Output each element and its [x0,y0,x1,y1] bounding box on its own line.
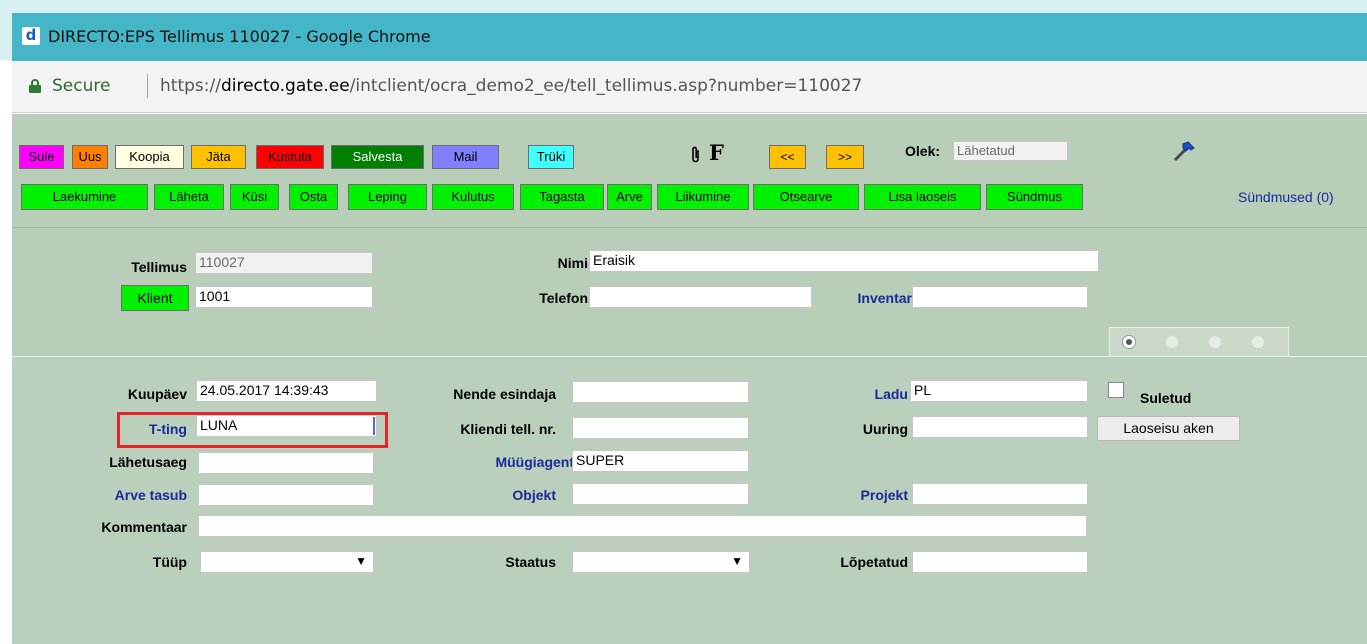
kommentaar-label: Kommentaar [101,519,187,535]
muugiagent-field[interactable]: SUPER [572,450,749,472]
action-button-8[interactable]: Liikumine [657,184,749,210]
objekt-label: Objekt [512,487,556,503]
nende-label: Nende esindaja [453,386,556,402]
url-text[interactable]: https://directo.gate.ee/intclient/ocra_d… [160,76,862,96]
inventar-label: Inventar [857,290,912,306]
ladu-field[interactable]: PL [910,380,1088,402]
next-button[interactable]: >> [826,145,864,169]
toolbar-button-jäta[interactable]: Jäta [191,145,246,169]
toolbar-button-sule[interactable]: Sule [19,145,64,169]
olek-label: Olek: [905,143,941,159]
telefon-label: Telefon [539,290,588,306]
lahetusaeg-field[interactable] [198,452,374,474]
action-button-10[interactable]: Lisa laoseis [864,184,981,210]
directo-logo-icon: d [22,27,40,45]
lopetatud-field[interactable] [912,551,1088,573]
url-path: /intclient/ocra_demo2_ee/tell_tellimus.a… [349,76,863,96]
projekt-label: Projekt [860,487,908,503]
lock-icon [29,79,41,93]
suletud-label: Suletud [1140,390,1192,406]
tab-strip [1109,327,1289,357]
url-scheme: https:// [160,76,221,96]
action-button-5[interactable]: Kulutus [432,184,514,210]
action-button-2[interactable]: Küsi [230,184,279,210]
toolbar-button-kustuta[interactable]: Kustuta [256,145,324,169]
projekt-field[interactable] [912,483,1088,505]
tellimus-label: Tellimus [131,259,187,275]
lahetusaeg-label: Lähetusaeg [109,454,187,470]
klient-button[interactable]: Klient [121,285,189,311]
action-button-1[interactable]: Läheta [154,184,224,210]
nimi-label: Nimi [557,255,588,271]
address-separator [147,74,148,98]
action-button-4[interactable]: Leping [348,184,427,210]
suletud-checkbox[interactable] [1108,382,1124,398]
toolbar-button-koopia[interactable]: Koopia [115,145,184,169]
ladu-label: Ladu [874,386,908,402]
tab-3[interactable] [1208,335,1222,349]
objekt-field[interactable] [572,483,749,505]
kuupaev-label: Kuupäev [127,386,187,402]
lopetatud-label: Lõpetatud [840,554,908,570]
action-button-3[interactable]: Osta [289,184,338,210]
toolbar-button-trüki[interactable]: Trüki [528,145,574,169]
toolbar-button-salvesta[interactable]: Salvesta [331,145,424,169]
nende-field[interactable] [572,381,749,403]
klient-field[interactable]: 1001 [195,286,373,308]
hammer-icon[interactable] [1172,139,1196,163]
tting-highlight [117,412,388,448]
secure-label: Secure [52,76,111,96]
action-button-9[interactable]: Otsearve [753,184,859,210]
arvetasub-label: Arve tasub [114,487,187,503]
staatus-label: Staatus [505,554,556,570]
muugiagent-label: Müügiagent [495,454,574,470]
page-content: Sule Uus Koopia Jäta Kustuta Salvesta Mail Trük… [12,114,1367,644]
kliendi-label: Kliendi tell. nr. [460,421,556,437]
prev-button[interactable]: << [769,145,806,169]
action-button-7[interactable]: Arve [607,184,652,210]
action-button-11[interactable]: Sündmus [986,184,1083,210]
kuupaev-field[interactable]: 24.05.2017 14:39:43 [196,380,377,402]
olek-field: Lähetatud [953,141,1068,161]
nimi-field[interactable]: Eraisik [589,250,1099,272]
tab-2[interactable] [1165,335,1179,349]
address-bar[interactable]: Secure https://directo.gate.ee/intclient… [12,61,1367,113]
tab-1[interactable] [1122,335,1136,349]
telefon-field[interactable] [589,286,812,308]
toolbar-button-uus[interactable]: Uus [72,145,108,169]
tuup-label: Tüüp [152,554,187,570]
inventar-field[interactable] [912,286,1088,308]
tuup-select[interactable]: ▼ [200,551,374,573]
arvetasub-field[interactable] [198,484,374,506]
tab-4[interactable] [1251,335,1265,349]
section-divider [12,227,1367,228]
kliendi-field[interactable] [572,417,749,439]
laoseisu-button[interactable]: Laoseisu aken [1097,416,1240,441]
window-title: DIRECTO:EPS Tellimus 110027 - Google Chr… [48,27,431,46]
tellimus-field: 110027 [195,252,373,274]
url-host: directo.gate.ee [220,76,350,96]
chevron-down-icon: ▼ [355,554,367,568]
staatus-select[interactable]: ▼ [572,551,750,573]
events-link[interactable]: Sündmused (0) [1238,189,1334,205]
f-button[interactable]: F [709,140,724,165]
uuring-field[interactable] [912,416,1088,438]
chevron-down-icon: ▼ [731,554,743,568]
kommentaar-field[interactable] [198,515,1087,537]
uuring-label: Uuring [862,421,908,437]
paperclip-icon[interactable] [690,146,702,164]
toolbar-button-mail[interactable]: Mail [432,145,499,169]
action-button-6[interactable]: Tagasta [520,184,604,210]
action-button-0[interactable]: Laekumine [21,184,148,210]
